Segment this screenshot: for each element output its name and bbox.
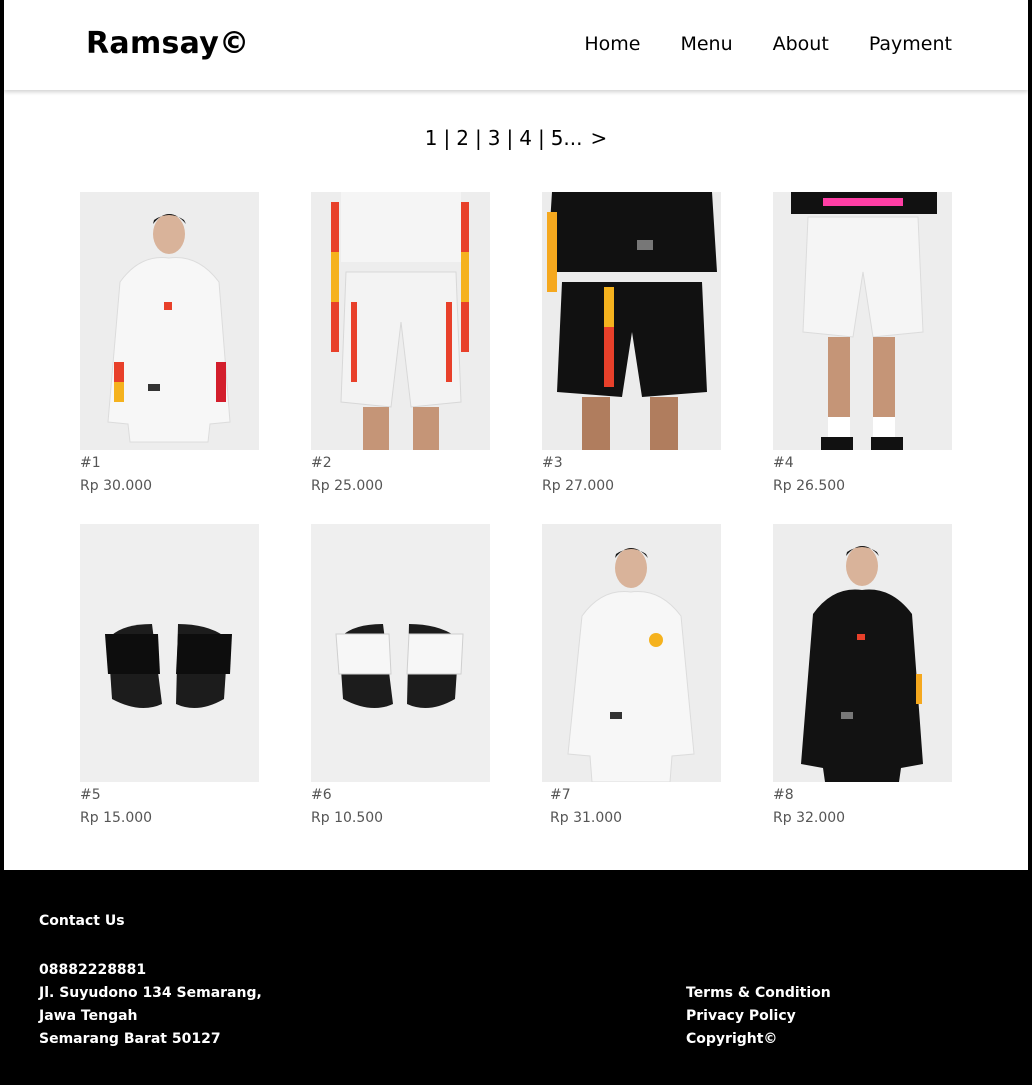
product-label: #7 [550, 787, 571, 803]
nav-home[interactable]: Home [584, 33, 640, 55]
contact-info: 08882228881 Jl. Suyudono 134 Semarang, J… [39, 959, 262, 1051]
product-price: Rp 30.000 [80, 478, 153, 494]
pagination: 1 | 2 | 3 | 4 | 5... > [0, 126, 1032, 150]
page-link-5[interactable]: 5... [551, 126, 583, 150]
product-label: #3 [542, 455, 563, 471]
brand-logo[interactable]: Ramsay© [86, 26, 249, 61]
terms-link[interactable]: Terms & Condition [686, 982, 831, 1005]
site-footer: Contact Us 08882228881 Jl. Suyudono 134 … [4, 870, 1028, 1085]
product-card[interactable]: #8 Rp 32.000 [773, 524, 952, 827]
product-card[interactable]: #1 Rp 30.000 [80, 192, 259, 495]
privacy-link[interactable]: Privacy Policy [686, 1005, 831, 1028]
address-line: Semarang Barat 50127 [39, 1031, 221, 1047]
product-price: Rp 10.500 [311, 810, 384, 826]
product-card[interactable]: #3 Rp 27.000 [542, 192, 721, 495]
window-edge-right [1028, 0, 1032, 1085]
page-separator: | [443, 126, 451, 150]
main-nav: Home Menu About Payment [584, 33, 952, 55]
copyright-link[interactable]: Copyright© [686, 1028, 831, 1051]
product-card[interactable]: #6 Rp 10.500 [311, 524, 490, 827]
product-price: Rp 32.000 [773, 810, 846, 826]
phone-number[interactable]: 08882228881 [39, 959, 262, 982]
page-link-2[interactable]: 2 [456, 126, 469, 150]
page-separator: | [537, 126, 545, 150]
nav-about[interactable]: About [773, 33, 829, 55]
address-line: Jawa Tengah [39, 1008, 138, 1024]
product-image-white-hoodie [80, 192, 259, 450]
nav-payment[interactable]: Payment [869, 33, 952, 55]
product-image-white-slides [311, 524, 490, 782]
page-link-3[interactable]: 3 [488, 126, 501, 150]
product-price: Rp 26.500 [773, 478, 846, 494]
product-image-white-shorts [311, 192, 490, 450]
product-price: Rp 27.000 [542, 478, 615, 494]
product-label: #5 [80, 787, 101, 803]
product-image-white-shorts-front [773, 192, 952, 450]
product-card[interactable]: #5 Rp 15.000 [80, 524, 259, 827]
product-image-black-shorts [542, 192, 721, 450]
page-separator: | [474, 126, 482, 150]
product-label: #4 [773, 455, 794, 471]
product-label: #2 [311, 455, 332, 471]
footer-links: Terms & Condition Privacy Policy Copyrig… [686, 982, 831, 1051]
product-card[interactable]: #7 Rp 31.000 [542, 524, 721, 827]
contact-title: Contact Us [39, 913, 125, 929]
site-header: Ramsay© Home Menu About Payment [4, 0, 1028, 90]
address-line: Jl. Suyudono 134 Semarang, [39, 985, 262, 1001]
product-label: #8 [773, 787, 794, 803]
product-price: Rp 31.000 [550, 810, 623, 826]
product-card[interactable]: #4 Rp 26.500 [773, 192, 952, 495]
next-page-chevron-icon[interactable]: > [590, 126, 607, 150]
product-image-black-hoodie [773, 524, 952, 782]
product-price: Rp 15.000 [80, 810, 153, 826]
nav-menu[interactable]: Menu [680, 33, 732, 55]
product-card[interactable]: #2 Rp 25.000 [311, 192, 490, 495]
product-image-black-slides [80, 524, 259, 782]
page-link-1[interactable]: 1 [425, 126, 438, 150]
product-label: #1 [80, 455, 101, 471]
product-image-white-hoodie-sun [542, 524, 721, 782]
product-price: Rp 25.000 [311, 478, 384, 494]
product-label: #6 [311, 787, 332, 803]
page-link-4[interactable]: 4 [519, 126, 532, 150]
page-separator: | [506, 126, 514, 150]
